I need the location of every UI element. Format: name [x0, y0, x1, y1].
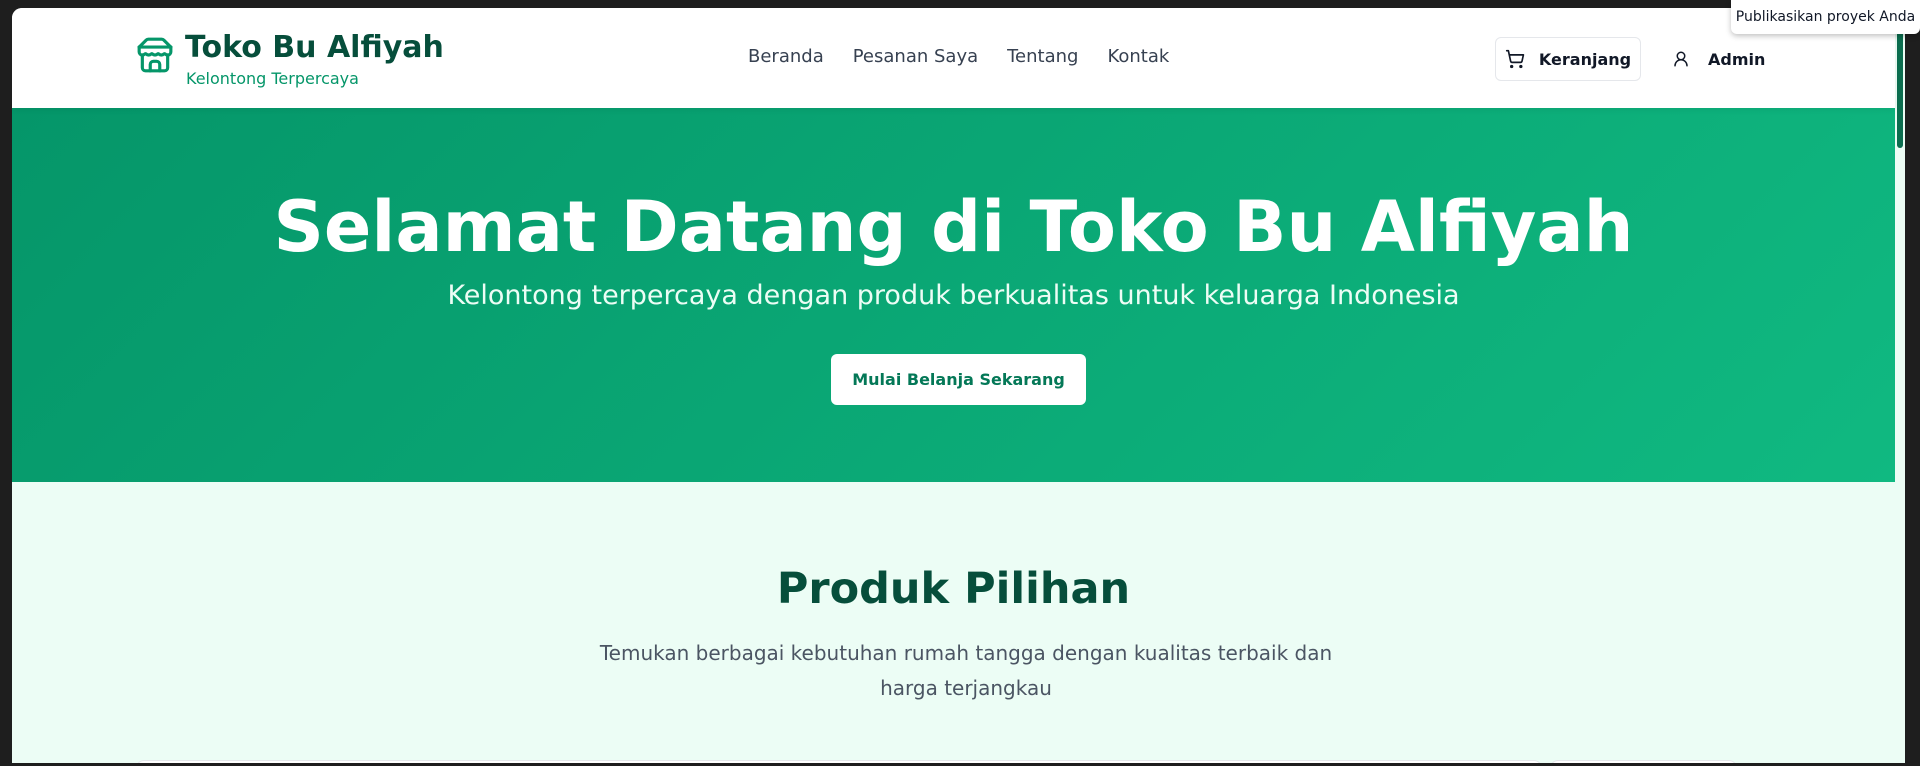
hero-title: Selamat Datang di Toko Bu Alfiyah: [273, 186, 1634, 268]
nav-item-kontak[interactable]: Kontak: [1107, 46, 1169, 67]
nav-item-tentang[interactable]: Tentang: [1007, 46, 1078, 67]
browser-viewport: Toko Bu Alfiyah Kelontong Terpercaya Ber…: [12, 8, 1905, 763]
page-scrollbar[interactable]: [1895, 8, 1905, 763]
featured-products-section: Produk Pilihan Temukan berbagai kebutuha…: [12, 482, 1895, 763]
hero-section: Selamat Datang di Toko Bu Alfiyah Kelont…: [12, 108, 1895, 482]
product-card[interactable]: [1550, 760, 1737, 763]
user-menu-button[interactable]: Admin: [1672, 37, 1765, 81]
nav-item-pesanan-saya[interactable]: Pesanan Saya: [853, 46, 978, 67]
brand-name[interactable]: Toko Bu Alfiyah: [185, 30, 444, 65]
cart-button[interactable]: Keranjang: [1495, 37, 1641, 81]
site-header: Toko Bu Alfiyah Kelontong Terpercaya Ber…: [12, 8, 1895, 108]
user-icon: [1672, 50, 1690, 68]
hero-subtitle: Kelontong terpercaya dengan produk berku…: [447, 280, 1460, 311]
cart-label: Keranjang: [1538, 49, 1632, 69]
cart-icon: [1505, 49, 1525, 69]
section-subtitle: Temukan berbagai kebutuhan rumah tangga …: [599, 641, 1333, 700]
publish-project-button[interactable]: Publikasikan proyek Anda: [1731, 0, 1920, 34]
start-shopping-button[interactable]: Mulai Belanja Sekarang: [831, 354, 1086, 405]
brand-tagline: Kelontong Terpercaya: [186, 69, 359, 88]
main-nav: Beranda Pesanan Saya Tentang Kontak: [748, 46, 1169, 67]
store-icon: [136, 36, 174, 74]
user-label: Admin: [1708, 49, 1766, 69]
product-card[interactable]: [136, 760, 1542, 763]
scrollbar-thumb[interactable]: [1897, 16, 1903, 148]
section-title: Produk Pilihan: [776, 564, 1131, 614]
nav-item-beranda[interactable]: Beranda: [748, 46, 824, 67]
